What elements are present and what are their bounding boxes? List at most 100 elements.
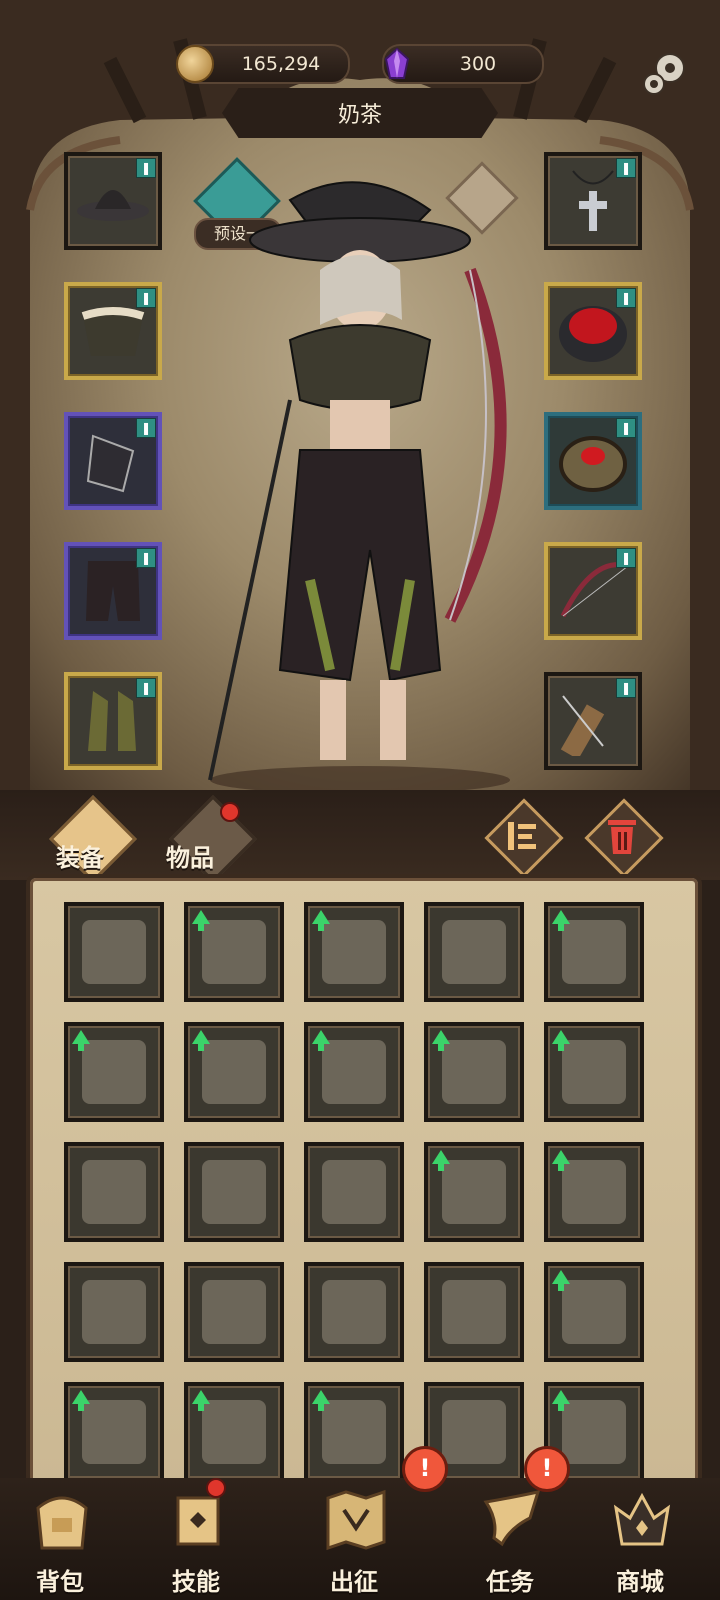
inventory-slot[interactable] (424, 902, 524, 1002)
lock-tag-icon: ❚ (136, 418, 156, 438)
lock-tag-icon: ❚ (616, 678, 636, 698)
lock-tag-icon: ❚ (616, 158, 636, 178)
arrow-quiver-icon (562, 1160, 626, 1224)
inventory-slot[interactable] (424, 1262, 524, 1362)
gauntlet-icon (442, 1160, 506, 1224)
upgrade-arrow-icon (192, 1390, 210, 1411)
shield-pendant-icon (202, 1160, 266, 1224)
gem-amount: 300 (459, 53, 497, 75)
nav-quests[interactable]: ! 任务 (450, 1446, 570, 1600)
inventory-slot[interactable] (184, 1142, 284, 1242)
skill-scroll-icon (176, 1496, 220, 1546)
inventory-slot[interactable] (64, 1142, 164, 1242)
lock-tag-icon: ❚ (616, 418, 636, 438)
inventory-slot[interactable] (184, 1382, 284, 1482)
equip-slot-armor[interactable]: ❚ (64, 282, 162, 380)
hero-character-portrait (208, 181, 510, 794)
nav-skills[interactable]: 技能 (136, 1478, 256, 1600)
lock-tag-icon: ❚ (136, 288, 156, 308)
gem-counter[interactable]: 300 (382, 44, 544, 84)
lock-tag-icon: ❚ (616, 548, 636, 568)
lock-tag-icon: ❚ (136, 678, 156, 698)
inventory-slot[interactable] (304, 1262, 404, 1362)
inventory-slot[interactable] (304, 902, 404, 1002)
inventory-slot[interactable] (304, 1022, 404, 1122)
inventory-slot[interactable] (64, 1382, 164, 1482)
upgrade-arrow-icon (552, 1030, 570, 1051)
equip-slot-crown[interactable]: ❚ (544, 282, 642, 380)
leather-vest-icon (82, 1160, 146, 1224)
equip-slot-quiver[interactable]: ❚ (544, 672, 642, 770)
lock-tag-icon: ❚ (616, 288, 636, 308)
equip-slot-ring[interactable]: ❚ (544, 412, 642, 510)
upgrade-arrow-icon (552, 1270, 570, 1291)
silver-ring-icon (82, 920, 146, 984)
upgrade-arrow-icon (432, 1030, 450, 1051)
nav-quests-label: 任务 (486, 1568, 534, 1596)
inventory-slot[interactable] (424, 1142, 524, 1242)
equip-slot-helmet[interactable]: ❚ (64, 152, 162, 250)
tab-equipment-label: 装备 (56, 844, 104, 872)
backpack-icon (36, 1496, 88, 1550)
leather-vest-icon (442, 1040, 506, 1104)
nav-expedition[interactable]: ! 出征 (294, 1446, 448, 1600)
upgrade-arrow-icon (72, 1390, 90, 1411)
inventory-slot[interactable] (544, 902, 644, 1002)
inventory-slot[interactable] (64, 1262, 164, 1362)
sort-list-icon (508, 822, 536, 850)
purple-crystal-icon (380, 47, 414, 81)
lock-tag-icon: ❚ (136, 548, 156, 568)
quest-horn-icon (483, 1489, 541, 1547)
inventory-slot[interactable] (64, 902, 164, 1002)
inventory-slot[interactable] (184, 902, 284, 1002)
nav-shop-label: 商城 (616, 1568, 664, 1596)
inventory-slot[interactable] (184, 1262, 284, 1362)
upgrade-arrow-icon (312, 910, 330, 931)
tab-equipment[interactable]: 装备 (40, 795, 140, 883)
inventory-slot[interactable] (304, 1382, 404, 1482)
arrow-quiver-icon (82, 1400, 146, 1464)
inventory-slot[interactable] (544, 1022, 644, 1122)
coin-counter[interactable]: 165,294 (176, 44, 350, 84)
leaf-crown-icon (562, 920, 626, 984)
lock-tag-icon: ❚ (136, 158, 156, 178)
upgrade-arrow-icon (432, 1150, 450, 1171)
nav-backpack-label: 背包 (36, 1568, 84, 1596)
nav-backpack[interactable]: 背包 (0, 1478, 120, 1600)
equip-slot-gloves[interactable]: ❚ (64, 412, 162, 510)
inventory-slot[interactable] (304, 1142, 404, 1242)
gold-coin-icon (176, 45, 214, 83)
expedition-map-icon (326, 1489, 386, 1551)
inventory-slot[interactable] (544, 1142, 644, 1242)
leather-vest-icon (322, 1160, 386, 1224)
upgrade-arrow-icon (552, 910, 570, 931)
inventory-slot[interactable] (544, 1262, 644, 1362)
upgrade-arrow-icon (192, 910, 210, 931)
upgrade-arrow-icon (312, 1390, 330, 1411)
nav-skills-label: 技能 (172, 1568, 220, 1596)
tab-items[interactable]: 物品 (160, 795, 260, 883)
inventory-grid-panel (26, 874, 702, 1492)
equip-slot-pants[interactable]: ❚ (64, 542, 162, 640)
red-gem-ring-icon (562, 1280, 626, 1344)
coin-amount: 165,294 (241, 53, 321, 75)
items-notification-dot (220, 802, 240, 822)
discard-button[interactable] (584, 798, 664, 878)
inventory-slot[interactable] (184, 1022, 284, 1122)
settings-gear-icon[interactable] (636, 46, 692, 102)
upgrade-arrow-icon (72, 1030, 90, 1051)
nav-shop[interactable]: 商城 (580, 1478, 700, 1600)
skills-notification-dot (206, 1478, 226, 1498)
equip-slot-necklace[interactable]: ❚ (544, 152, 642, 250)
arrow-quiver-icon (562, 1400, 626, 1464)
inventory-slot[interactable] (64, 1022, 164, 1122)
upgrade-arrow-icon (312, 1030, 330, 1051)
gauntlet-icon (202, 1040, 266, 1104)
goblin-armor-icon (442, 1400, 506, 1464)
sort-button[interactable] (484, 798, 564, 878)
cross-necklace-icon (202, 1400, 266, 1464)
equip-slot-weapon[interactable]: ❚ (544, 542, 642, 640)
inventory-slot[interactable] (424, 1022, 524, 1122)
equip-slot-boots[interactable]: ❚ (64, 672, 162, 770)
crossbow-icon (322, 1280, 386, 1344)
